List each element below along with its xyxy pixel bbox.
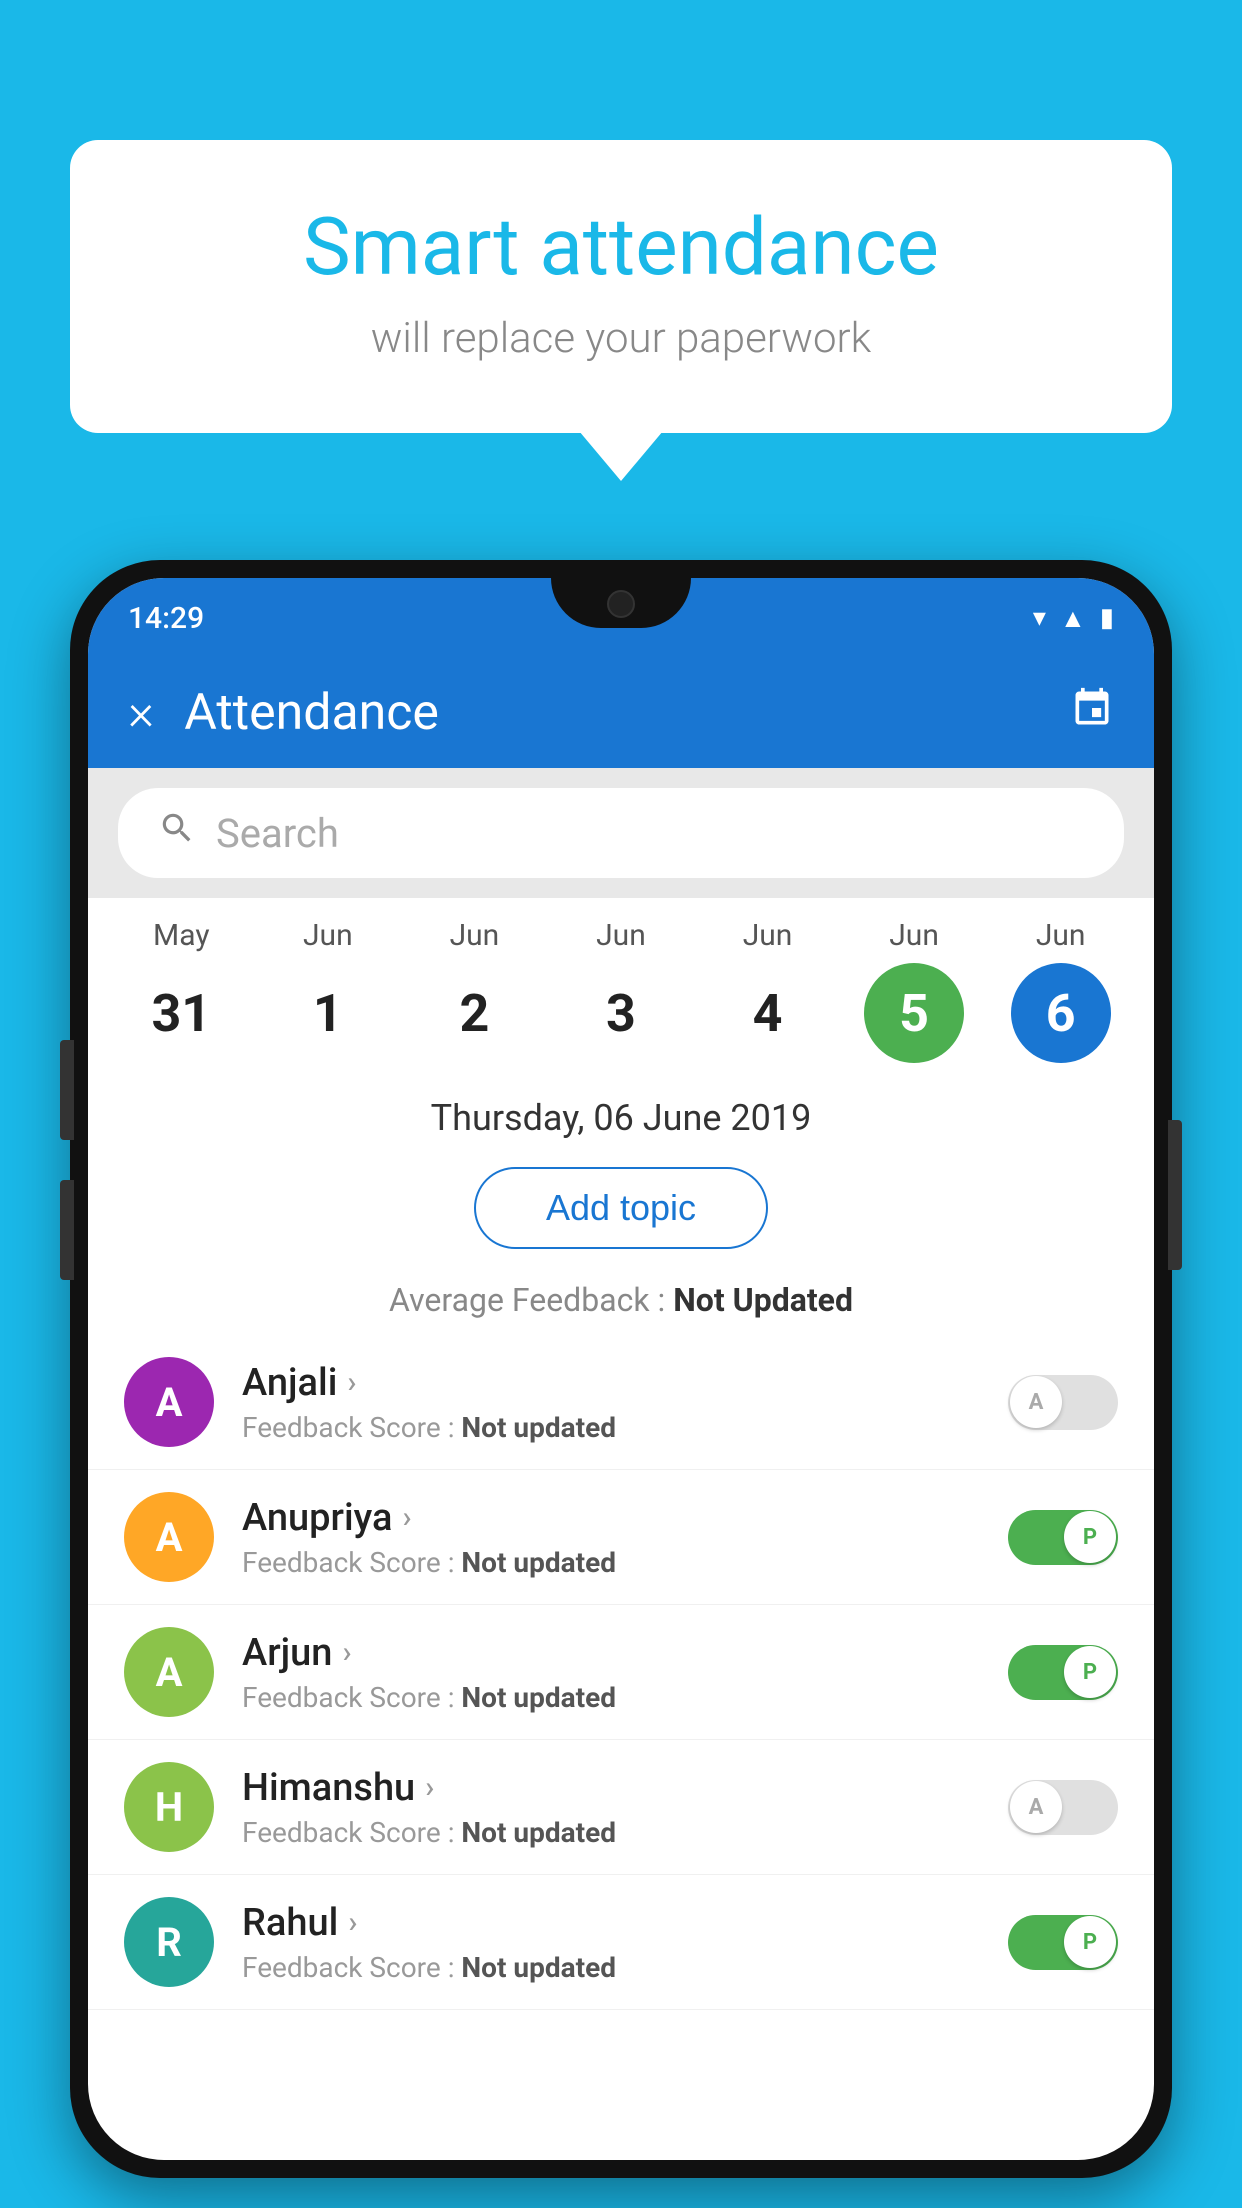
calendar-day[interactable]: Jun 4 xyxy=(708,918,828,1063)
student-item[interactable]: R Rahul › Feedback Score : Not updated P xyxy=(88,1875,1154,2010)
toggle-off[interactable]: A xyxy=(1008,1375,1118,1430)
battery-icon: ▮ xyxy=(1100,603,1114,633)
student-list: AAnjali ›Feedback Score : Not updatedAAA… xyxy=(88,1335,1154,2010)
student-feedback: Feedback Score : Not updated xyxy=(242,1816,980,1849)
speech-bubble: Smart attendance will replace your paper… xyxy=(70,140,1172,433)
calendar-month-label: Jun xyxy=(1036,918,1086,953)
attendance-toggle[interactable]: P xyxy=(1008,1915,1118,1970)
calendar-month-label: May xyxy=(153,918,209,953)
wifi-icon: ▾ xyxy=(1033,603,1046,633)
power-button xyxy=(1168,1120,1182,1270)
calendar-day-number[interactable]: 3 xyxy=(571,963,671,1063)
calendar-icon[interactable] xyxy=(1070,686,1114,741)
calendar-day[interactable]: Jun 1 xyxy=(268,918,388,1063)
calendar-month-label: Jun xyxy=(889,918,939,953)
calendar-day[interactable]: Jun 6 xyxy=(1001,918,1121,1063)
student-name: Anjali › xyxy=(242,1361,980,1405)
calendar-day-number[interactable]: 5 xyxy=(864,963,964,1063)
toggle-knob: A xyxy=(1010,1376,1062,1428)
student-feedback: Feedback Score : Not updated xyxy=(242,1681,980,1714)
date-display: Thursday, 06 June 2019 xyxy=(88,1073,1154,1151)
header-title: Attendance xyxy=(184,684,1070,742)
attendance-toggle[interactable]: A xyxy=(1008,1375,1118,1430)
attendance-toggle[interactable]: P xyxy=(1008,1510,1118,1565)
avg-feedback-value: Not Updated xyxy=(673,1281,853,1319)
toggle-on[interactable]: P xyxy=(1008,1510,1118,1565)
phone-screen: 14:29 ▾ ▲ ▮ × Attendance xyxy=(88,578,1154,2160)
status-icons: ▾ ▲ ▮ xyxy=(1033,603,1114,634)
search-icon xyxy=(158,809,196,857)
calendar-month-label: Jun xyxy=(743,918,793,953)
attendance-toggle[interactable]: A xyxy=(1008,1780,1118,1835)
search-container: Search xyxy=(88,768,1154,898)
student-avatar: A xyxy=(124,1357,214,1447)
search-input[interactable]: Search xyxy=(216,810,339,857)
calendar-day[interactable]: Jun 3 xyxy=(561,918,681,1063)
student-name: Himanshu › xyxy=(242,1766,980,1810)
calendar-day-number[interactable]: 31 xyxy=(131,963,231,1063)
student-avatar: H xyxy=(124,1762,214,1852)
avg-feedback-label: Average Feedback : xyxy=(389,1281,665,1319)
student-avatar: R xyxy=(124,1897,214,1987)
toggle-on[interactable]: P xyxy=(1008,1915,1118,1970)
chevron-right-icon: › xyxy=(348,1905,357,1940)
add-topic-button[interactable]: Add topic xyxy=(474,1167,768,1249)
speech-bubble-subtitle: will replace your paperwork xyxy=(150,314,1092,363)
student-info: Arjun › Feedback Score : Not updated xyxy=(242,1631,980,1714)
attendance-toggle[interactable]: P xyxy=(1008,1645,1118,1700)
calendar-day-number[interactable]: 2 xyxy=(424,963,524,1063)
chevron-right-icon: › xyxy=(425,1770,434,1805)
student-feedback: Feedback Score : Not updated xyxy=(242,1411,980,1444)
student-item[interactable]: A Anjali › Feedback Score : Not updated A xyxy=(88,1335,1154,1470)
calendar-row: May 31 Jun 1 Jun 2 Jun 3 Jun 4 Jun 5 Jun 6 xyxy=(88,898,1154,1073)
signal-icon: ▲ xyxy=(1060,603,1086,634)
student-feedback: Feedback Score : Not updated xyxy=(242,1546,980,1579)
calendar-month-label: Jun xyxy=(450,918,500,953)
chevron-right-icon: › xyxy=(347,1365,356,1400)
chevron-right-icon: › xyxy=(402,1500,411,1535)
chevron-right-icon: › xyxy=(342,1635,351,1670)
student-name: Anupriya › xyxy=(242,1496,980,1540)
search-bar[interactable]: Search xyxy=(118,788,1124,878)
app-header: × Attendance xyxy=(88,658,1154,768)
close-button[interactable]: × xyxy=(128,688,154,738)
status-time: 14:29 xyxy=(128,601,204,636)
volume-down-button xyxy=(60,1180,74,1280)
student-name: Rahul › xyxy=(242,1901,980,1945)
volume-up-button xyxy=(60,1040,74,1140)
student-info: Anupriya › Feedback Score : Not updated xyxy=(242,1496,980,1579)
calendar-month-label: Jun xyxy=(596,918,646,953)
student-avatar: A xyxy=(124,1492,214,1582)
student-name: Arjun › xyxy=(242,1631,980,1675)
student-info: Rahul › Feedback Score : Not updated xyxy=(242,1901,980,1984)
calendar-day-number[interactable]: 4 xyxy=(718,963,818,1063)
calendar-day[interactable]: Jun 5 xyxy=(854,918,974,1063)
add-topic-container: Add topic xyxy=(88,1151,1154,1265)
calendar-day-number[interactable]: 6 xyxy=(1011,963,1111,1063)
student-avatar: A xyxy=(124,1627,214,1717)
calendar-day[interactable]: May 31 xyxy=(121,918,241,1063)
student-item[interactable]: A Arjun › Feedback Score : Not updated P xyxy=(88,1605,1154,1740)
toggle-off[interactable]: A xyxy=(1008,1780,1118,1835)
phone-frame: 14:29 ▾ ▲ ▮ × Attendance xyxy=(70,560,1172,2178)
toggle-knob: P xyxy=(1064,1646,1116,1698)
speech-bubble-title: Smart attendance xyxy=(150,200,1092,294)
calendar-day-number[interactable]: 1 xyxy=(278,963,378,1063)
avg-feedback: Average Feedback : Not Updated xyxy=(88,1265,1154,1335)
toggle-on[interactable]: P xyxy=(1008,1645,1118,1700)
student-feedback: Feedback Score : Not updated xyxy=(242,1951,980,1984)
calendar-day[interactable]: Jun 2 xyxy=(414,918,534,1063)
toggle-knob: P xyxy=(1064,1916,1116,1968)
toggle-knob: A xyxy=(1010,1781,1062,1833)
student-info: Anjali › Feedback Score : Not updated xyxy=(242,1361,980,1444)
toggle-knob: P xyxy=(1064,1511,1116,1563)
calendar-month-label: Jun xyxy=(303,918,353,953)
front-camera xyxy=(607,590,635,618)
student-item[interactable]: H Himanshu › Feedback Score : Not updated A xyxy=(88,1740,1154,1875)
student-info: Himanshu › Feedback Score : Not updated xyxy=(242,1766,980,1849)
student-item[interactable]: A Anupriya › Feedback Score : Not updated P xyxy=(88,1470,1154,1605)
speech-bubble-container: Smart attendance will replace your paper… xyxy=(70,140,1172,433)
